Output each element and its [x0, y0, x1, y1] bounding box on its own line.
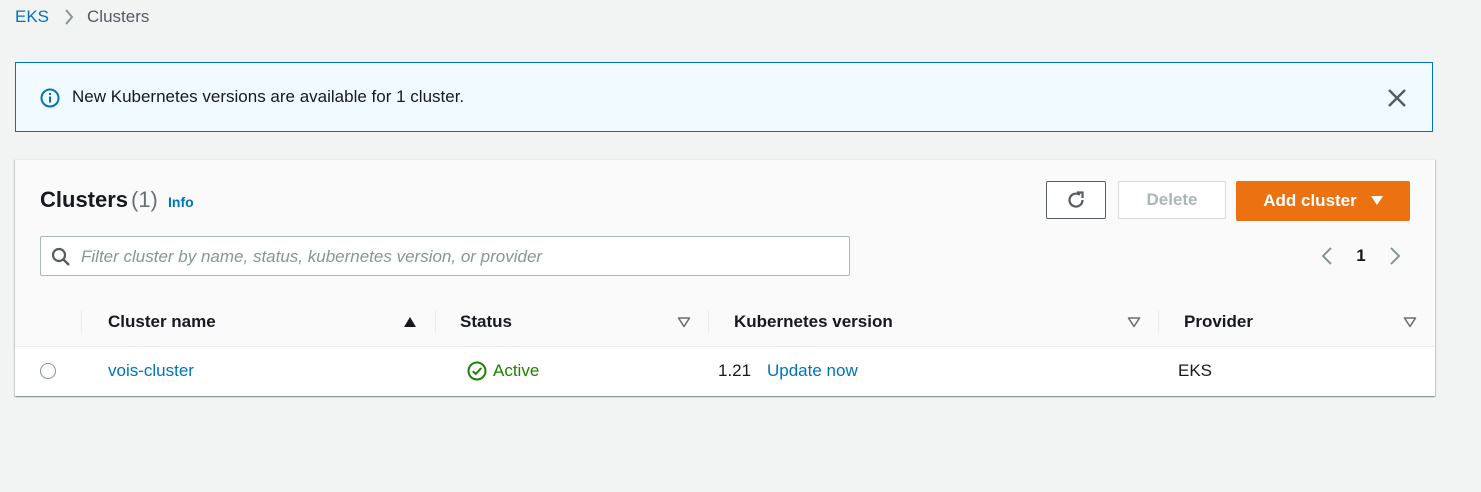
sort-ascending-icon[interactable]: [402, 314, 418, 330]
status-cell: Active: [467, 347, 539, 395]
add-cluster-label: Add cluster: [1263, 191, 1357, 210]
column-header-status[interactable]: Status: [460, 297, 512, 346]
kubernetes-version: 1.21: [718, 361, 752, 380]
breadcrumb-link-eks[interactable]: EKS: [15, 7, 49, 27]
column-header-cluster-name[interactable]: Cluster name: [108, 297, 216, 346]
search-icon: [51, 247, 71, 267]
flash-message: New Kubernetes versions are available fo…: [72, 87, 465, 106]
info-link[interactable]: Info: [168, 194, 194, 210]
sort-icon[interactable]: [1126, 314, 1142, 330]
info-flashbar: New Kubernetes versions are available fo…: [15, 62, 1433, 132]
table-column-headers: Cluster name Status Kubernetes version P…: [15, 297, 1435, 347]
status-text: Active: [493, 361, 540, 380]
info-icon: [40, 88, 60, 108]
column-header-kubernetes-version[interactable]: Kubernetes version: [734, 297, 893, 346]
refresh-button[interactable]: [1046, 181, 1106, 219]
search-input[interactable]: [79, 237, 843, 277]
chevron-left-icon[interactable]: [1315, 244, 1339, 268]
clusters-table-container: Clusters (1) Info Delete Add cluster Fil…: [15, 159, 1435, 396]
cluster-name-link[interactable]: vois-cluster: [108, 347, 194, 395]
chevron-right-icon[interactable]: [1383, 244, 1407, 268]
table-header: Clusters (1) Info Delete Add cluster Fil…: [15, 160, 1435, 298]
row-select-radio[interactable]: [40, 363, 56, 379]
status-success-icon: [467, 361, 493, 381]
column-divider: [708, 310, 709, 333]
column-divider: [81, 310, 82, 333]
chevron-right-icon: [64, 9, 74, 25]
update-now-link[interactable]: Update now: [767, 347, 858, 395]
page-title: Clusters: [40, 187, 129, 212]
pagination: 1: [1315, 244, 1407, 268]
sort-icon[interactable]: [1402, 314, 1418, 330]
close-icon[interactable]: [1386, 87, 1408, 109]
breadcrumb-current: Clusters: [87, 7, 150, 26]
caret-down-icon: [1370, 196, 1383, 206]
column-divider: [435, 310, 436, 333]
table-row: vois-cluster Active 1.21 Update now EKS: [15, 347, 1435, 395]
breadcrumb: EKS Clusters: [15, 7, 149, 27]
cluster-count: (1): [131, 187, 158, 212]
column-header-provider[interactable]: Provider: [1184, 297, 1253, 346]
refresh-icon: [1065, 189, 1087, 211]
add-cluster-button[interactable]: Add cluster: [1236, 181, 1410, 221]
sort-icon[interactable]: [676, 314, 692, 330]
delete-button[interactable]: Delete: [1118, 181, 1226, 219]
column-divider: [1158, 310, 1159, 333]
page-number[interactable]: 1: [1339, 246, 1383, 266]
provider-value: EKS: [1178, 361, 1213, 380]
filter-search-box: [40, 236, 850, 277]
